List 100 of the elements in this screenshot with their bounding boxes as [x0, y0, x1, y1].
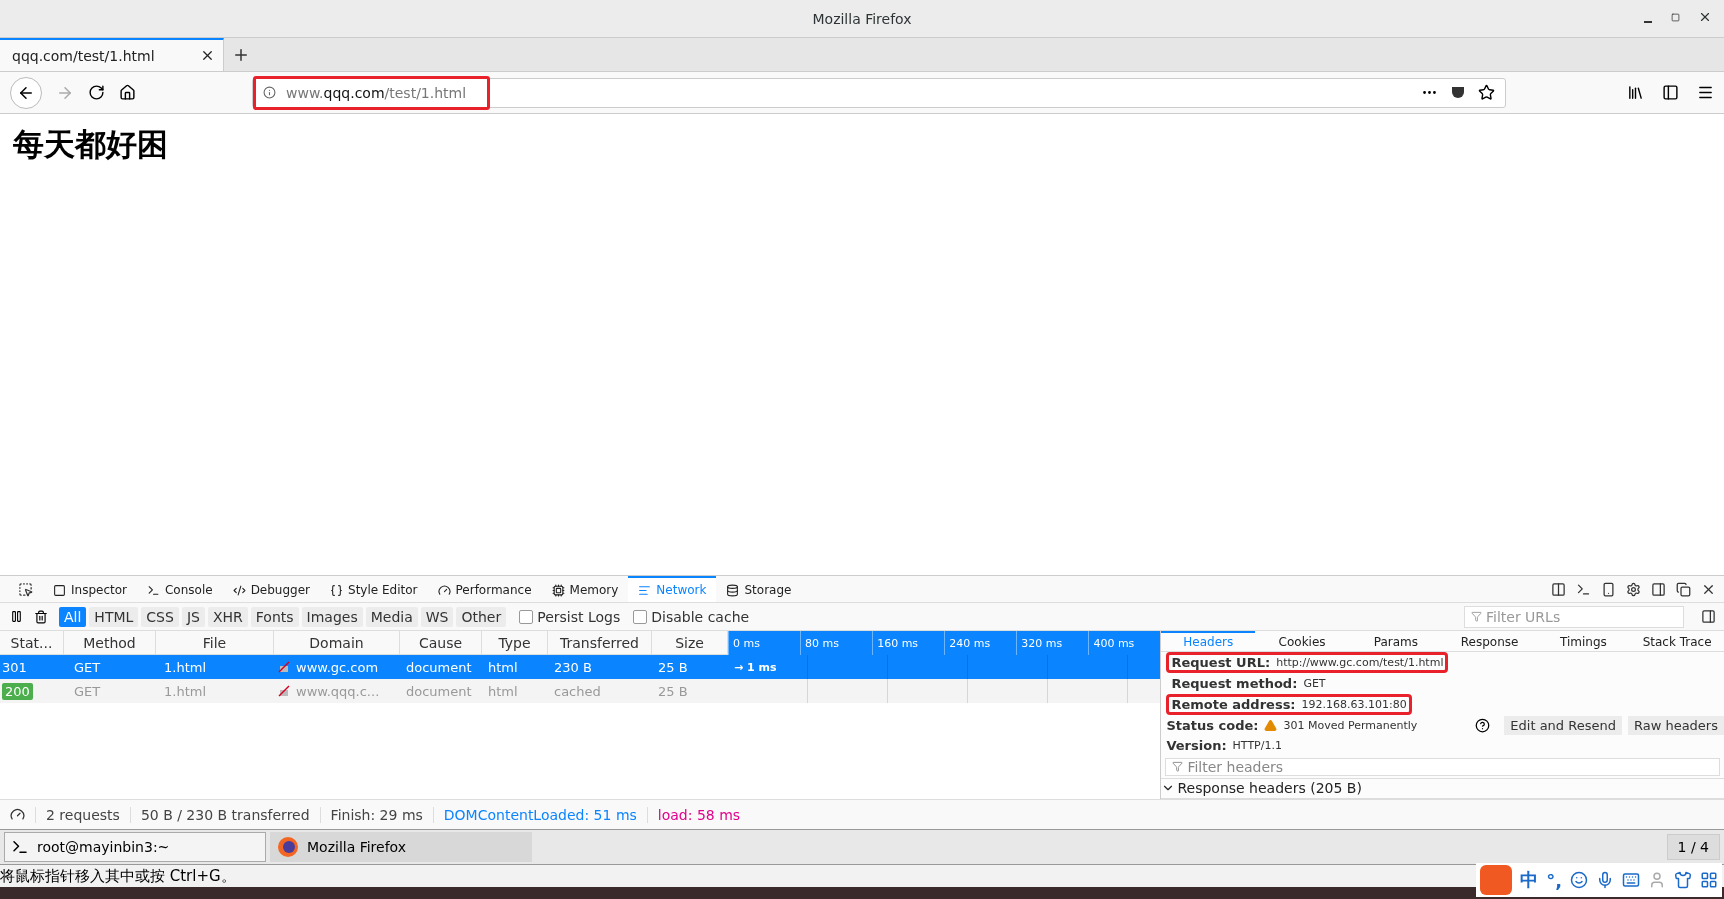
devtools-tab[interactable]: Storage — [716, 576, 802, 602]
details-tab[interactable]: Stack Trace — [1630, 631, 1724, 652]
details-tab[interactable]: Cookies — [1255, 631, 1349, 652]
table-cell: html — [482, 655, 548, 679]
filter-button[interactable]: XHR — [207, 606, 248, 627]
table-cell: 25 B — [652, 679, 728, 703]
home-icon[interactable] — [119, 84, 136, 101]
table-cell: 1.html — [156, 679, 274, 703]
table-cell: www.qqq.c... — [274, 679, 400, 703]
dock-icon[interactable] — [1551, 581, 1566, 597]
filter-button[interactable]: All — [59, 606, 87, 627]
info-icon[interactable] — [263, 86, 276, 99]
warning-icon — [1264, 719, 1278, 733]
filter-button[interactable]: CSS — [141, 606, 179, 627]
ime-mode[interactable]: 中 — [1520, 868, 1539, 892]
terminal-icon — [147, 583, 160, 597]
mic-icon[interactable] — [1596, 871, 1614, 889]
filter-button[interactable]: WS — [420, 606, 454, 627]
filter-button[interactable]: Fonts — [250, 606, 299, 627]
filter-button[interactable]: JS — [181, 606, 205, 627]
reload-icon[interactable] — [88, 84, 105, 101]
devtools-tab[interactable]: Console — [137, 576, 223, 602]
column-header[interactable]: Stat... — [0, 631, 64, 655]
settings-icon[interactable] — [1626, 581, 1641, 597]
section-header[interactable]: Response headers (205 B) — [1177, 780, 1362, 797]
library-icon[interactable] — [1627, 84, 1644, 101]
emoji-icon[interactable] — [1570, 871, 1588, 889]
filter-button[interactable]: Images — [301, 606, 363, 627]
checkbox[interactable] — [633, 609, 648, 624]
header-button[interactable]: Edit and Resend — [1504, 716, 1622, 736]
back-button[interactable] — [10, 76, 42, 109]
table-cell: 230 B — [548, 655, 652, 679]
status-text: 50 B / 230 B transferred — [129, 806, 320, 823]
details-tab[interactable]: Headers — [1161, 631, 1256, 652]
table-cell: document — [400, 679, 482, 703]
column-header[interactable]: Size — [652, 631, 728, 655]
waterfall-cell: → 1 ms — [728, 655, 1161, 679]
devtools-tab[interactable]: Inspector — [43, 576, 137, 602]
square-icon — [53, 583, 66, 597]
details-tab[interactable]: Timings — [1536, 631, 1631, 652]
performance-icon[interactable] — [10, 807, 25, 822]
panel-icon[interactable] — [1651, 581, 1666, 597]
devtools-tab[interactable]: Style Editor — [320, 576, 428, 602]
ime-logo-icon[interactable] — [1480, 865, 1513, 895]
browser-logo-icon — [277, 836, 299, 858]
header-button[interactable]: Raw headers — [1627, 716, 1724, 736]
ime-mode[interactable]: °, — [1546, 869, 1562, 891]
field-value: 301 Moved Permanently — [1283, 719, 1418, 733]
taskbar-item[interactable]: Mozilla Firefox — [270, 832, 532, 862]
details-tab[interactable]: Params — [1348, 631, 1443, 652]
workspace-pager[interactable]: 1 / 4 — [1666, 834, 1720, 860]
keyboard-icon[interactable] — [1622, 871, 1640, 889]
grid-icon[interactable] — [1700, 871, 1718, 889]
column-header[interactable]: Domain — [274, 631, 400, 655]
close-icon[interactable] — [200, 48, 215, 63]
shirt-icon[interactable] — [1674, 871, 1692, 889]
column-header[interactable]: Method — [64, 631, 156, 655]
console-icon[interactable] — [1576, 581, 1591, 597]
bookmark-icon[interactable] — [1478, 84, 1495, 101]
status-text: DOMContentLoaded: 51 ms — [432, 806, 647, 823]
filter-button[interactable]: Other — [456, 606, 507, 627]
sidebar-icon[interactable] — [1662, 84, 1679, 101]
insecure-lock-icon — [278, 685, 290, 697]
close-icon[interactable] — [1698, 10, 1712, 24]
responsive-icon[interactable] — [1601, 581, 1616, 597]
filter-button[interactable]: HTML — [89, 606, 139, 627]
checkbox[interactable] — [519, 609, 534, 624]
checkbox-label: Persist Logs — [537, 608, 621, 625]
maximize-icon[interactable] — [1671, 10, 1680, 24]
chip-icon — [551, 583, 565, 597]
address-bar[interactable]: www.qqq.com/test/1.html — [252, 77, 1506, 108]
taskbar-item[interactable]: root@mayinbin3:~ — [4, 832, 266, 862]
toggle-panel-icon[interactable] — [1701, 609, 1716, 624]
code-icon — [232, 583, 246, 597]
devtools-tab[interactable]: Memory — [541, 576, 629, 602]
browser-tab[interactable]: qqq.com/test/1.html — [0, 38, 224, 71]
help-icon[interactable] — [1475, 718, 1491, 734]
devtools-tab[interactable]: Network — [628, 576, 717, 602]
pocket-icon[interactable] — [1450, 84, 1466, 100]
column-header[interactable]: Type — [482, 631, 548, 655]
table-cell: GET — [64, 679, 156, 703]
filter-button[interactable]: Media — [365, 606, 418, 627]
trash-icon[interactable] — [34, 609, 48, 624]
filter-headers-field[interactable]: Filter headers — [1165, 757, 1720, 776]
devtools-tab[interactable]: Performance — [427, 576, 542, 602]
menu-icon[interactable] — [1697, 84, 1714, 101]
column-header[interactable]: Cause — [400, 631, 482, 655]
details-tab[interactable]: Response — [1442, 631, 1537, 652]
table-cell: 301 — [0, 655, 64, 679]
status-text: 2 requests — [35, 806, 130, 823]
column-header[interactable]: Transferred — [548, 631, 652, 655]
status-text: Finish: 29 ms — [319, 806, 433, 823]
column-header[interactable]: File — [156, 631, 274, 655]
undock-icon[interactable] — [1676, 581, 1691, 597]
filter-icon — [1172, 761, 1184, 773]
devtools-tab[interactable]: Debugger — [222, 576, 321, 602]
element-picker-icon[interactable] — [18, 581, 33, 597]
table-cell: html — [482, 679, 548, 703]
pause-icon[interactable] — [10, 610, 23, 623]
lines-icon — [638, 583, 652, 597]
